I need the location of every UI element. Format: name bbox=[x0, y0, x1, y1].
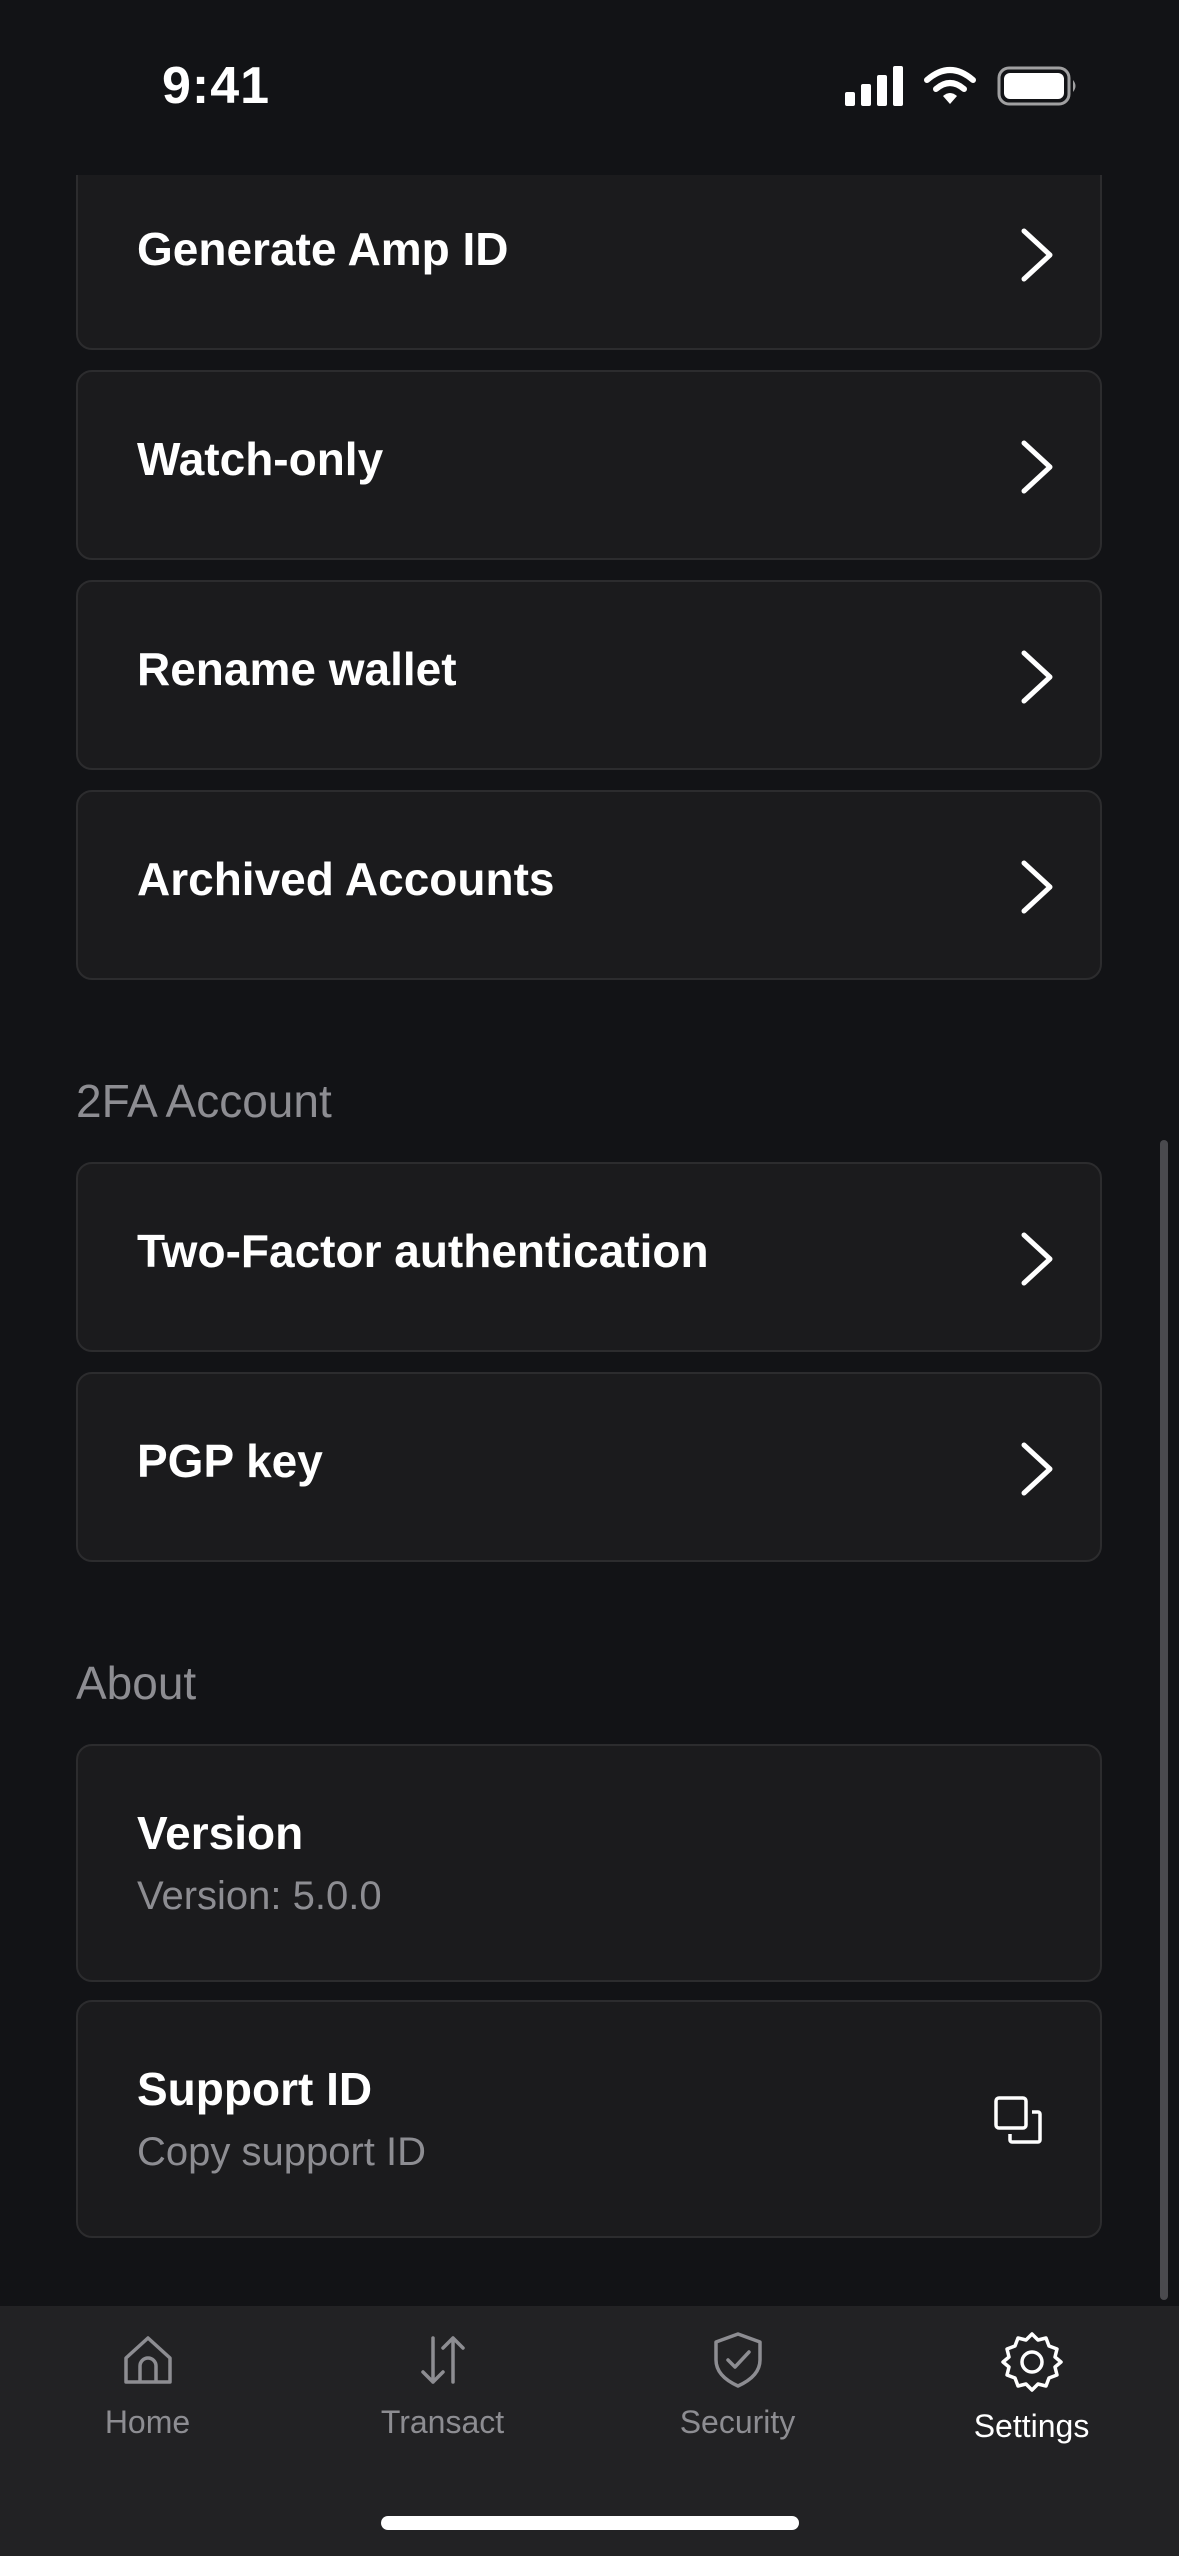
rename-wallet-row[interactable]: Rename wallet bbox=[76, 580, 1102, 770]
status-time: 9:41 bbox=[162, 57, 271, 115]
watch-only-row[interactable]: Watch-only bbox=[76, 370, 1102, 560]
support-id-subtitle: Copy support ID bbox=[137, 2130, 427, 2174]
tab-label: Transact bbox=[380, 2404, 505, 2440]
wifi-icon bbox=[924, 67, 976, 104]
chevron-right-icon bbox=[1021, 1232, 1053, 1286]
settings-scroll-content[interactable]: Generate Amp ID Watch-only Rename wallet… bbox=[0, 0, 1179, 2306]
row-label: Archived Accounts bbox=[137, 853, 555, 905]
chevron-right-icon bbox=[1021, 650, 1053, 704]
support-id-title: Support ID bbox=[137, 2063, 373, 2115]
copy-icon[interactable] bbox=[992, 2094, 1044, 2146]
chevron-right-icon bbox=[1021, 440, 1053, 494]
row-label: PGP key bbox=[137, 1435, 323, 1487]
gear-icon bbox=[1000, 2332, 1063, 2392]
pgp-key-row[interactable]: PGP key bbox=[76, 1372, 1102, 1562]
version-value: Version: 5.0.0 bbox=[137, 1874, 382, 1918]
two-factor-authentication-row[interactable]: Two-Factor authentication bbox=[76, 1162, 1102, 1352]
section-title-2fa: 2FA Account bbox=[76, 1075, 332, 1127]
tab-bar: Home Transact Security Settings bbox=[0, 2306, 1179, 2556]
tab-settings[interactable]: Settings bbox=[884, 2306, 1179, 2481]
version-row: Version Version: 5.0.0 bbox=[76, 1744, 1102, 1982]
home-indicator[interactable] bbox=[381, 2516, 799, 2530]
row-label: Two-Factor authentication bbox=[137, 1225, 709, 1277]
status-icons bbox=[845, 66, 1079, 106]
arrows-up-down-icon bbox=[420, 2336, 465, 2384]
row-label: Watch-only bbox=[137, 433, 384, 485]
tab-security[interactable]: Security bbox=[590, 2306, 885, 2481]
row-label: Rename wallet bbox=[137, 643, 457, 695]
shield-check-icon bbox=[713, 2332, 762, 2388]
tab-label: Home bbox=[104, 2404, 191, 2440]
scrollbar[interactable] bbox=[1160, 1140, 1168, 2300]
tab-transact[interactable]: Transact bbox=[295, 2306, 590, 2481]
signal-icon bbox=[845, 66, 903, 106]
home-icon bbox=[123, 2336, 172, 2384]
tab-home[interactable]: Home bbox=[0, 2306, 295, 2481]
tab-label: Settings bbox=[973, 2408, 1090, 2444]
row-label: Generate Amp ID bbox=[137, 223, 509, 275]
battery-icon bbox=[997, 66, 1076, 106]
tab-label: Security bbox=[679, 2404, 796, 2440]
section-title-about: About bbox=[76, 1657, 197, 1709]
archived-accounts-row[interactable]: Archived Accounts bbox=[76, 790, 1102, 980]
chevron-right-icon bbox=[1021, 1442, 1053, 1496]
status-bar: 9:41 bbox=[0, 0, 1179, 175]
chevron-right-icon bbox=[1021, 860, 1053, 914]
version-title: Version bbox=[137, 1807, 304, 1859]
support-id-row[interactable]: Support ID Copy support ID bbox=[76, 2000, 1102, 2238]
chevron-right-icon bbox=[1021, 228, 1053, 282]
